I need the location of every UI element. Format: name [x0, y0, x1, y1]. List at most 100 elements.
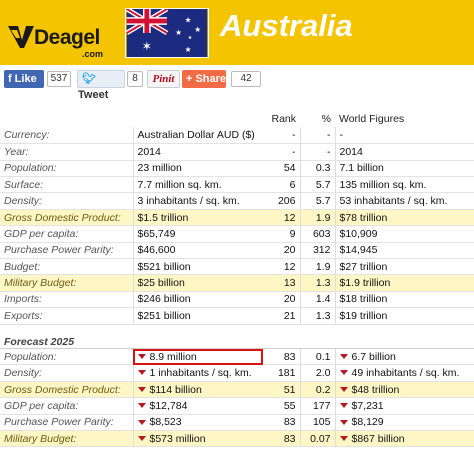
row-label: Purchase Power Parity: [0, 414, 133, 432]
down-triangle-icon [137, 419, 146, 425]
current-stats-body: Currency: Australian Dollar AUD ($) - - - Yea… [0, 127, 474, 325]
social-bar: f Like 537 🐦︎ Tweet 8 Pinit + Share 42 [0, 68, 474, 101]
pinterest-button[interactable]: Pinit [147, 70, 180, 88]
share-count: 42 [231, 71, 261, 87]
share-plus-icon: + [186, 73, 193, 85]
tweet-count: 8 [127, 71, 143, 87]
row-percent: 1.3 [299, 274, 335, 292]
row-value: $521 billion [132, 258, 263, 276]
row-label: Gross Domestic Product: [0, 209, 133, 227]
row-value-text: $12,784 [149, 399, 188, 412]
forecast-title: Forecast 2025 [0, 332, 474, 350]
row-percent: 1.9 [299, 209, 335, 227]
down-triangle-icon [339, 370, 348, 376]
table-row: Gross Domestic Product: $114 billion 51 0.2… [0, 381, 474, 399]
row-percent: 0.2 [299, 381, 335, 399]
down-triangle-icon [137, 353, 146, 359]
row-rank: 83 [263, 430, 300, 448]
row-rank: 13 [263, 274, 300, 292]
row-percent: - [299, 127, 335, 145]
row-label: Density: [0, 364, 133, 382]
row-percent: 0.07 [299, 430, 335, 448]
row-rank: 206 [263, 192, 300, 210]
row-percent: 0.3 [299, 160, 335, 178]
row-rank: 12 [263, 209, 300, 227]
row-label: Surface: [0, 176, 133, 194]
row-rank: 9 [263, 225, 300, 243]
row-value: $573 million [132, 430, 263, 448]
row-percent: 5.7 [299, 192, 335, 210]
row-value: $25 billion [132, 274, 263, 292]
svg-text:★: ★ [188, 35, 192, 41]
row-world-figure: 6.7 billion [334, 348, 474, 366]
row-percent: 1.3 [299, 307, 335, 325]
row-percent: 0.1 [299, 348, 335, 366]
page-title: Australia [220, 8, 353, 43]
tweet-button[interactable]: 🐦︎ Tweet [77, 70, 125, 101]
table-row: Imports: $246 billion 20 1.4 $18 trillion [0, 291, 474, 309]
row-rank: 51 [263, 381, 300, 399]
row-value: 1 inhabitants / sq. km. [132, 364, 263, 382]
row-value-text: $573 million [149, 432, 206, 445]
row-label: Purchase Power Parity: [0, 242, 133, 260]
table-row: Year: 2014- -2014 [0, 143, 474, 161]
table-row: Military Budget: $25 billion 13 1.3 $1.9 tri… [0, 274, 474, 292]
table-row: Military Budget: $573 million 83 0.07 $867 b… [0, 430, 474, 448]
svg-text:✶: ✶ [142, 38, 152, 53]
table-row: GDP per capita: $12,784 55 177 $7,231 [0, 397, 474, 415]
row-value: $8,523 [132, 414, 263, 432]
row-rank: 20 [263, 291, 300, 309]
deagel-logo[interactable]: Deagel .com [8, 22, 120, 60]
row-world-figure-text: $8,129 [351, 416, 384, 429]
country-stats-table: Rank % World Figures Currency: Australian… [0, 111, 474, 448]
share-button[interactable]: + Share [182, 70, 226, 88]
row-label: Year: [0, 143, 133, 161]
row-percent: 5.7 [299, 176, 335, 194]
row-label: Population: [0, 160, 133, 178]
deagel-wing-icon [8, 26, 34, 48]
share-label: Share [195, 73, 227, 85]
row-percent: 177 [299, 397, 335, 415]
down-triangle-icon [137, 403, 146, 409]
row-label: GDP per capita: [0, 225, 133, 243]
facebook-like-label: Like [14, 73, 37, 85]
forecast-stats-body: Population: 8.9 million 83 0.1 6.7 billion De… [0, 348, 474, 448]
row-world-figure: 53 inhabitants / sq. km. [334, 192, 474, 210]
row-percent: 1.9 [299, 258, 335, 276]
table-row: Gross Domestic Product: $1.5 trillion 12 1.… [0, 209, 474, 227]
row-world-figure: $1.9 trillion [334, 274, 474, 292]
row-value-text: 8.9 million [149, 350, 197, 363]
twitter-icon: 🐦︎ [82, 73, 96, 85]
table-row: Density: 1 inhabitants / sq. km. 181 2.0 49 … [0, 364, 474, 382]
row-value-text: $114 billion [149, 383, 202, 396]
down-triangle-icon [339, 419, 348, 425]
row-value: $12,784 [132, 397, 263, 415]
header-banner: Deagel .com ✶ ★ ★ ★ ★ ★ Australia [0, 0, 474, 65]
svg-text:★: ★ [194, 25, 201, 34]
row-rank: 20 [263, 242, 300, 260]
row-value: $65,749 [132, 225, 263, 243]
down-triangle-icon [339, 403, 348, 409]
row-label: Exports: [0, 307, 133, 325]
row-value-text: 1 inhabitants / sq. km. [149, 367, 252, 380]
facebook-icon: f [8, 73, 12, 85]
facebook-like-button[interactable]: f Like [4, 70, 44, 88]
row-value: 7.7 million sq. km. [132, 176, 263, 194]
row-world-figure-text: 6.7 billion [351, 350, 396, 363]
row-world-figure-text: 49 inhabitants / sq. km. [351, 367, 460, 380]
row-value: $246 billion [132, 291, 263, 309]
row-value: $251 billion [132, 307, 263, 325]
table-row: Budget: $521 billion 12 1.9 $27 trillion [0, 258, 474, 276]
row-rank: 83 [263, 348, 300, 366]
row-label: Budget: [0, 258, 133, 276]
row-rank: 12 [263, 258, 300, 276]
table-row: GDP per capita: $65,749 9 603 $10,909 [0, 225, 474, 243]
row-label: Gross Domestic Product: [0, 381, 133, 399]
down-triangle-icon [137, 386, 146, 392]
row-value: 2014 [132, 143, 263, 161]
logo-text: Deagel [34, 26, 100, 49]
row-label: Density: [0, 192, 133, 210]
row-world-figure: $78 trillion [334, 209, 474, 227]
table-row: Surface: 7.7 million sq. km. 6 5.7 135 milli… [0, 176, 474, 194]
row-value: Australian Dollar AUD ($) [132, 127, 263, 145]
